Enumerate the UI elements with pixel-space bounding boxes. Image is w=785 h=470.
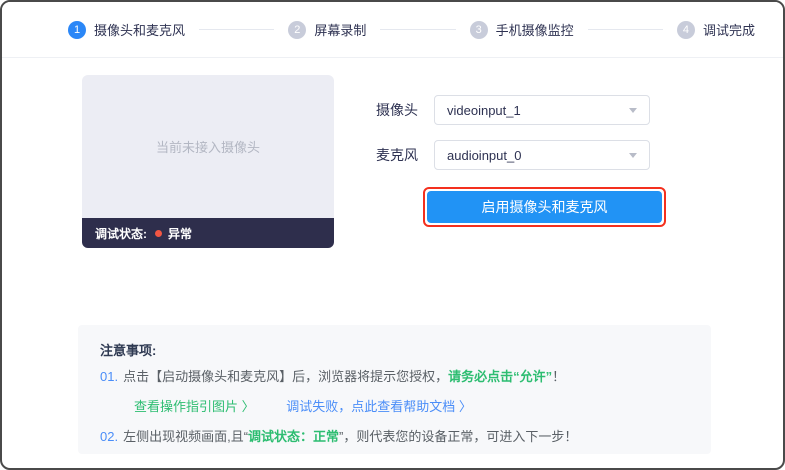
step-phone-monitor: 3 手机摄像监控 xyxy=(470,20,574,39)
step-2-badge: 2 xyxy=(288,21,306,39)
note-2-suffix: ”，则代表您的设备正常，可进入下一步！ xyxy=(339,429,577,444)
note-2-number: 02. xyxy=(100,429,118,444)
no-camera-placeholder: 当前未接入摄像头 xyxy=(156,137,260,156)
notes-title: 注意事项: xyxy=(100,340,693,359)
step-2-label: 屏幕录制 xyxy=(314,20,366,39)
step-1-label: 摄像头和麦克风 xyxy=(94,20,185,39)
camera-form-row: 摄像头 videoinput_1 xyxy=(376,95,650,125)
note-1-highlight: 请务必点击“允许” xyxy=(448,369,552,384)
camera-label: 摄像头 xyxy=(376,100,420,120)
note-2-prefix: 左侧出现视频画面,且“ xyxy=(123,429,248,444)
mic-label: 麦克风 xyxy=(376,145,420,165)
mic-form-row: 麦克风 audioinput_0 xyxy=(376,140,650,170)
debug-status-bar: 调试状态: 异常 xyxy=(82,218,334,248)
mic-select-value: audioinput_0 xyxy=(447,148,521,163)
step-4-badge: 4 xyxy=(677,21,695,39)
step-4-label: 调试完成 xyxy=(703,20,755,39)
enable-camera-mic-button[interactable]: 启用摄像头和麦克风 xyxy=(427,191,662,223)
note-1-suffix: ！ xyxy=(552,369,565,384)
step-camera-mic: 1 摄像头和麦克风 xyxy=(68,20,185,39)
step-debug-done: 4 调试完成 xyxy=(677,20,755,39)
note-1-number: 01. xyxy=(100,369,118,384)
view-guide-link[interactable]: 查看操作指引图片 〉 xyxy=(134,399,255,414)
device-check-window: 1 摄像头和麦克风 2 屏幕录制 3 手机摄像监控 4 调试完成 当前未接入摄像… xyxy=(0,0,785,470)
step-3-badge: 3 xyxy=(470,21,488,39)
camera-select-value: videoinput_1 xyxy=(447,103,521,118)
notes-panel: 注意事项: 01. 点击【启动摄像头和麦克风】后，浏览器将提示您授权，请务必点击“… xyxy=(78,325,711,454)
camera-select[interactable]: videoinput_1 xyxy=(434,95,650,125)
mic-select[interactable]: audioinput_0 xyxy=(434,140,650,170)
step-connector xyxy=(199,29,274,30)
step-3-label: 手机摄像监控 xyxy=(496,20,574,39)
step-connector xyxy=(380,29,455,30)
status-dot-icon xyxy=(155,230,162,237)
step-screen-record: 2 屏幕录制 xyxy=(288,20,366,39)
step-connector xyxy=(588,29,663,30)
annotation-highlight-box: 启用摄像头和麦克风 xyxy=(423,187,666,227)
chevron-down-icon xyxy=(629,108,637,113)
note-2-highlight: 调试状态：正常 xyxy=(248,429,339,444)
help-doc-link[interactable]: 调试失败，点此查看帮助文档 〉 xyxy=(286,399,472,414)
camera-preview-screen: 当前未接入摄像头 xyxy=(82,75,334,218)
stepper: 1 摄像头和麦克风 2 屏幕录制 3 手机摄像监控 4 调试完成 xyxy=(2,2,783,58)
note-item-1: 01. 点击【启动摄像头和麦克风】后，浏览器将提示您授权，请务必点击“允许”！ xyxy=(100,368,693,387)
note-1-text: 点击【启动摄像头和麦克风】后，浏览器将提示您授权， xyxy=(123,369,448,384)
camera-preview: 当前未接入摄像头 调试状态: 异常 xyxy=(82,75,334,248)
step-1-badge: 1 xyxy=(68,21,86,39)
debug-status-label: 调试状态: xyxy=(95,225,147,242)
note-item-2: 02. 左侧出现视频画面,且“调试状态：正常”，则代表您的设备正常，可进入下一步！ xyxy=(100,428,693,447)
chevron-down-icon xyxy=(629,153,637,158)
note-links-row: 查看操作指引图片 〉 调试失败，点此查看帮助文档 〉 xyxy=(134,396,693,415)
debug-status-value: 异常 xyxy=(168,225,192,242)
